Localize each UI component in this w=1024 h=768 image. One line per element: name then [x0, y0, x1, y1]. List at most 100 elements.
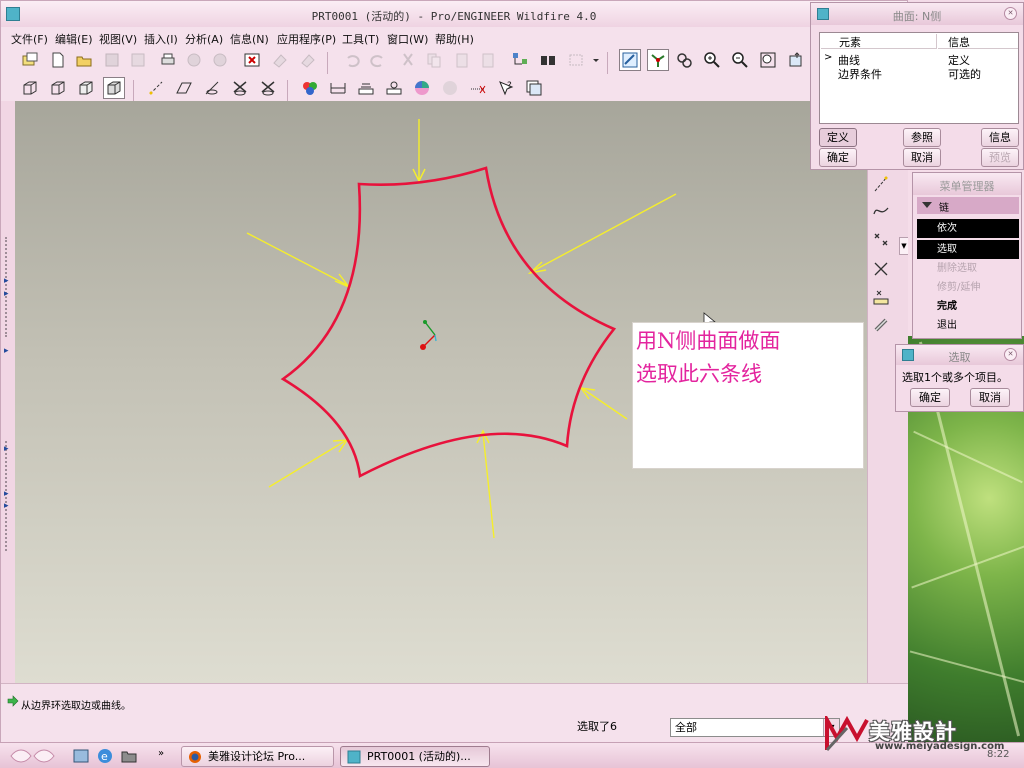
saved-views-icon[interactable]: [785, 49, 807, 71]
taskbar-proe[interactable]: PRT0001 (活动的)...: [340, 746, 490, 767]
point-offset-icon[interactable]: [870, 258, 892, 280]
spline-curve-icon[interactable]: [870, 200, 892, 222]
ok-button[interactable]: 确定: [819, 148, 857, 167]
email-icon[interactable]: [209, 49, 231, 71]
sketch-curve-icon[interactable]: [870, 173, 892, 195]
undo-icon[interactable]: [341, 49, 363, 71]
ruler-icon[interactable]: [467, 77, 489, 99]
wireframe-icon[interactable]: [19, 77, 41, 99]
send-mail-icon[interactable]: [183, 49, 205, 71]
start-button-icon[interactable]: [8, 747, 58, 765]
menu-edit[interactable]: 编辑(E): [55, 31, 93, 47]
paste-special-icon[interactable]: [477, 49, 499, 71]
menu-window[interactable]: 窗口(W): [387, 31, 428, 47]
datum-csys-icon[interactable]: [257, 77, 279, 99]
show-desktop-icon[interactable]: [72, 747, 90, 765]
erase-icon[interactable]: [269, 49, 291, 71]
menu-item-trim-extend[interactable]: 修剪/延伸: [917, 278, 1019, 297]
zoom-out-icon[interactable]: [729, 49, 751, 71]
measure-icon[interactable]: [327, 77, 349, 99]
select-box-icon[interactable]: [565, 49, 587, 71]
coord-sys-icon[interactable]: [229, 77, 251, 99]
graphics-viewport[interactable]: 用N侧曲面做面 选取此六条线: [15, 101, 867, 683]
menu-item-unselect[interactable]: 删除选取: [917, 259, 1019, 278]
csys-point-icon[interactable]: [870, 286, 892, 308]
menu-item-done[interactable]: 完成: [917, 297, 1019, 316]
menu-analysis[interactable]: 分析(A): [185, 31, 223, 47]
find-icon[interactable]: [537, 49, 559, 71]
select-ok-button[interactable]: 确定: [910, 388, 950, 407]
reference-button[interactable]: 参照: [903, 128, 941, 147]
menu-item-one-by-one[interactable]: 依次: [917, 219, 1019, 238]
select-cancel-button[interactable]: 取消: [970, 388, 1010, 407]
print-icon[interactable]: [157, 49, 179, 71]
n-sided-boundary-curve[interactable]: [280, 166, 617, 479]
menu-item-select[interactable]: 选取: [917, 240, 1019, 259]
shading-icon[interactable]: [103, 77, 125, 99]
close-icon[interactable]: ✕: [1004, 348, 1017, 361]
view-manager-icon[interactable]: [523, 77, 545, 99]
dialog-title-bar[interactable]: 曲面: N侧 ✕: [811, 3, 1023, 25]
element-row-boundary[interactable]: 边界条件: [838, 66, 882, 82]
menu-file[interactable]: 文件(F): [11, 31, 48, 47]
spin-center-icon[interactable]: [647, 49, 669, 71]
render-icon[interactable]: [439, 77, 461, 99]
chevron-right-icon[interactable]: ▸: [4, 346, 9, 356]
column-header-element[interactable]: 元素: [821, 34, 937, 49]
refit-icon[interactable]: [757, 49, 779, 71]
appearance-icon[interactable]: [299, 77, 321, 99]
paste-icon[interactable]: [451, 49, 473, 71]
chevron-right-icon[interactable]: ▸: [4, 289, 9, 299]
chain-menu-header[interactable]: 链: [917, 197, 1019, 214]
close-icon[interactable]: ✕: [1004, 7, 1017, 20]
section-icon[interactable]: [355, 77, 377, 99]
cancel-button[interactable]: 取消: [903, 148, 941, 167]
chevron-right-icon[interactable]: ▸: [4, 444, 9, 454]
folder-icon[interactable]: [120, 747, 138, 765]
repaint-icon[interactable]: [619, 49, 641, 71]
datum-planes-icon[interactable]: [173, 77, 195, 99]
preview-button[interactable]: 预览: [981, 148, 1019, 167]
dialog-title-bar[interactable]: 选取 ✕: [896, 345, 1023, 365]
select-dropdown-icon[interactable]: [591, 49, 601, 71]
rail-grip[interactable]: [5, 237, 11, 337]
quick-launch-expand[interactable]: »: [158, 748, 164, 759]
redo-icon[interactable]: [367, 49, 389, 71]
color-icon[interactable]: [411, 77, 433, 99]
copy-icon[interactable]: [423, 49, 445, 71]
menu-insert[interactable]: 插入(I): [144, 31, 178, 47]
orient-icon[interactable]: [673, 49, 695, 71]
model-tree-icon[interactable]: [509, 49, 531, 71]
ie-icon[interactable]: e: [96, 747, 114, 765]
info-button[interactable]: 信息: [981, 128, 1019, 147]
menu-manager-title-bar[interactable]: 菜单管理器: [913, 173, 1021, 195]
regenerate-icon[interactable]: [297, 49, 319, 71]
menu-applications[interactable]: 应用程序(P): [277, 31, 336, 47]
menu-help[interactable]: 帮助(H): [435, 31, 474, 47]
column-header-info[interactable]: 信息: [938, 34, 1018, 49]
save-icon[interactable]: [101, 49, 123, 71]
save-copy-icon[interactable]: [127, 49, 149, 71]
menu-info[interactable]: 信息(N): [230, 31, 269, 47]
chain-link-icon[interactable]: [870, 314, 892, 336]
datum-point-icon[interactable]: [870, 229, 892, 251]
menu-tools[interactable]: 工具(T): [342, 31, 379, 47]
menu-item-quit[interactable]: 退出: [917, 316, 1019, 335]
selection-filter-select[interactable]: 全部 ▼: [670, 718, 840, 737]
cut-icon[interactable]: [397, 49, 419, 71]
chevron-right-icon[interactable]: ▸: [4, 276, 9, 286]
new-file-icon[interactable]: [47, 49, 69, 71]
define-button[interactable]: 定义: [819, 128, 857, 147]
taskbar-firefox[interactable]: 美雅设计论坛 Pro...: [181, 746, 334, 767]
no-hidden-icon[interactable]: [75, 77, 97, 99]
close-window-icon[interactable]: [241, 49, 263, 71]
help-query-icon[interactable]: ?: [495, 77, 517, 99]
mass-icon[interactable]: [383, 77, 405, 99]
hidden-line-icon[interactable]: [47, 77, 69, 99]
new-window-icon[interactable]: [19, 49, 41, 71]
chevron-right-icon[interactable]: ▸: [4, 489, 9, 499]
menu-view[interactable]: 视图(V): [99, 31, 137, 47]
datum-axes-icon[interactable]: [145, 77, 167, 99]
chevron-right-icon[interactable]: ▸: [4, 501, 9, 511]
open-folder-icon[interactable]: [73, 49, 95, 71]
